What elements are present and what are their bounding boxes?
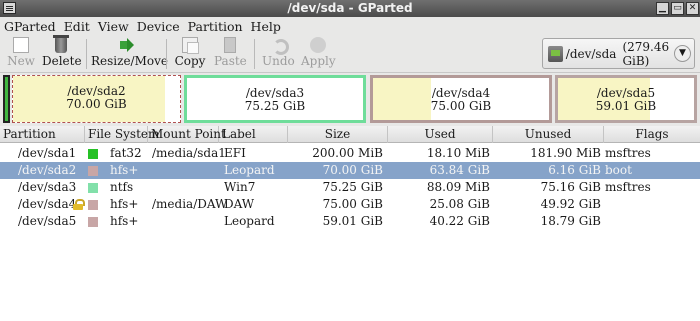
cell-size: 75.00 GiB <box>322 197 383 211</box>
toolbar-separator <box>254 39 255 69</box>
partition-table: /dev/sda1 fat32 /media/sda1 EFI 200.00 M… <box>0 143 700 321</box>
cell-unused: 181.90 MiB <box>530 146 601 160</box>
device-selector[interactable]: /dev/sda (279.46 GiB) ▼ <box>542 38 695 69</box>
cell-size: 200.00 MiB <box>312 146 383 160</box>
partition-size: 59.01 GiB <box>595 99 657 113</box>
cell-filesystem: hfs+ <box>110 163 139 177</box>
partition-size: 75.25 GiB <box>244 99 306 113</box>
cell-filesystem: ntfs <box>110 180 134 194</box>
filesystem-color-swatch <box>88 200 98 210</box>
cell-partition: /dev/sda2 <box>18 163 77 177</box>
cell-partition: /dev/sda3 <box>18 180 77 194</box>
undo-icon <box>270 37 289 55</box>
toolbar-separator <box>166 39 167 69</box>
column-used[interactable]: Used <box>388 126 493 143</box>
delete-icon <box>53 35 69 53</box>
undo-button[interactable]: Undo <box>262 37 295 71</box>
cell-used: 88.09 MiB <box>426 180 490 194</box>
column-size[interactable]: Size <box>288 126 388 143</box>
cell-used: 63.84 GiB <box>429 163 490 177</box>
disk-map-sda3[interactable]: /dev/sda3 75.25 GiB <box>184 75 366 123</box>
cell-partition: /dev/sda4 <box>18 197 77 211</box>
title-bar: /dev/sda - GParted ▁ ▭ ✕ <box>0 0 700 17</box>
new-button[interactable]: New <box>6 37 36 71</box>
cell-flags: msftres <box>605 146 651 160</box>
cell-unused: 75.16 GiB <box>540 180 601 194</box>
cell-used: 18.10 MiB <box>426 146 490 160</box>
disk-map-sda1[interactable] <box>3 75 10 123</box>
cell-unused: 18.79 GiB <box>540 214 601 228</box>
cell-used: 40.22 GiB <box>429 214 490 228</box>
delete-button[interactable]: Delete <box>42 35 82 71</box>
column-unused[interactable]: Unused <box>493 126 604 143</box>
menu-device[interactable]: Device <box>137 19 180 34</box>
table-row[interactable]: /dev/sda3 ntfs Win7 75.25 GiB 88.09 MiB … <box>0 179 700 196</box>
column-filesystem[interactable]: File System <box>85 126 159 143</box>
column-flags[interactable]: Flags <box>604 126 700 143</box>
copy-icon <box>182 37 199 54</box>
paste-icon <box>224 37 236 53</box>
table-row[interactable]: /dev/sda1 fat32 /media/sda1 EFI 200.00 M… <box>0 145 700 162</box>
cell-label: EFI <box>224 146 246 160</box>
cell-mountpoint: /media/sda1 <box>152 146 226 160</box>
cell-label: Leopard <box>224 163 275 177</box>
table-row[interactable]: /dev/sda5 hfs+ Leopard 59.01 GiB 40.22 G… <box>0 213 700 230</box>
cell-partition: /dev/sda5 <box>18 214 77 228</box>
partition-table-header: Partition File System Mount Point Label … <box>0 126 700 143</box>
cell-mountpoint: /media/DAW <box>152 197 228 211</box>
cell-size: 70.00 GiB <box>322 163 383 177</box>
menu-gparted[interactable]: GParted <box>4 19 56 34</box>
apply-button[interactable]: Apply <box>301 37 336 71</box>
paste-button[interactable]: Paste <box>214 37 247 71</box>
column-mountpoint[interactable]: Mount Point <box>148 126 226 143</box>
filesystem-color-swatch <box>88 166 98 176</box>
cell-label: Leopard <box>224 214 275 228</box>
resize-move-icon <box>118 37 134 53</box>
cell-size: 75.25 GiB <box>322 180 383 194</box>
close-button[interactable]: ✕ <box>686 2 699 15</box>
cell-partition: /dev/sda1 <box>18 146 77 160</box>
column-partition[interactable]: Partition <box>0 126 85 143</box>
lock-icon <box>73 199 85 210</box>
menu-view[interactable]: View <box>98 19 129 34</box>
minimize-button[interactable]: ▁ <box>656 2 669 15</box>
maximize-button[interactable]: ▭ <box>671 2 684 15</box>
partition-size: 75.00 GiB <box>430 99 492 113</box>
window-title: /dev/sda - GParted <box>287 1 413 15</box>
device-name: /dev/sda <box>565 46 617 61</box>
table-row[interactable]: /dev/sda2 hfs+ Leopard 70.00 GiB 63.84 G… <box>0 162 700 179</box>
new-icon <box>13 37 29 53</box>
cell-flags: boot <box>605 163 632 177</box>
cell-size: 59.01 GiB <box>322 214 383 228</box>
filesystem-color-swatch <box>88 217 98 227</box>
partition-size: 70.00 GiB <box>66 97 127 111</box>
cell-filesystem: fat32 <box>110 146 142 160</box>
filesystem-color-swatch <box>88 183 98 193</box>
copy-button[interactable]: Copy <box>174 37 206 71</box>
cell-used: 25.08 GiB <box>429 197 490 211</box>
cell-flags: msftres <box>605 180 651 194</box>
cell-label: DAW <box>224 197 255 211</box>
cell-unused: 6.16 GiB <box>548 163 601 177</box>
column-label[interactable]: Label <box>219 126 288 143</box>
cell-unused: 49.92 GiB <box>540 197 601 211</box>
apply-icon <box>310 37 326 53</box>
menu-edit[interactable]: Edit <box>64 19 90 34</box>
chevron-down-icon: ▼ <box>674 45 691 62</box>
cell-label: Win7 <box>224 180 256 194</box>
filesystem-color-swatch <box>88 149 98 159</box>
table-row[interactable]: /dev/sda4 hfs+ /media/DAW DAW 75.00 GiB … <box>0 196 700 213</box>
harddisk-icon <box>548 45 563 62</box>
disk-map-sda5[interactable]: /dev/sda5 59.01 GiB <box>555 75 697 123</box>
menu-help[interactable]: Help <box>251 19 281 34</box>
menu-bar: GParted Edit View Device Partition Help <box>0 17 700 35</box>
disk-map-sda2[interactable]: /dev/sda2 70.00 GiB <box>12 75 181 123</box>
resize-move-button[interactable]: Resize/Move <box>91 37 168 71</box>
cell-filesystem: hfs+ <box>110 197 139 211</box>
cell-filesystem: hfs+ <box>110 214 139 228</box>
menu-partition[interactable]: Partition <box>188 19 243 34</box>
toolbar-separator <box>86 39 87 69</box>
disk-map: /dev/sda2 70.00 GiB /dev/sda3 75.25 GiB … <box>3 75 697 123</box>
disk-map-sda4[interactable]: /dev/sda4 75.00 GiB <box>370 75 552 123</box>
